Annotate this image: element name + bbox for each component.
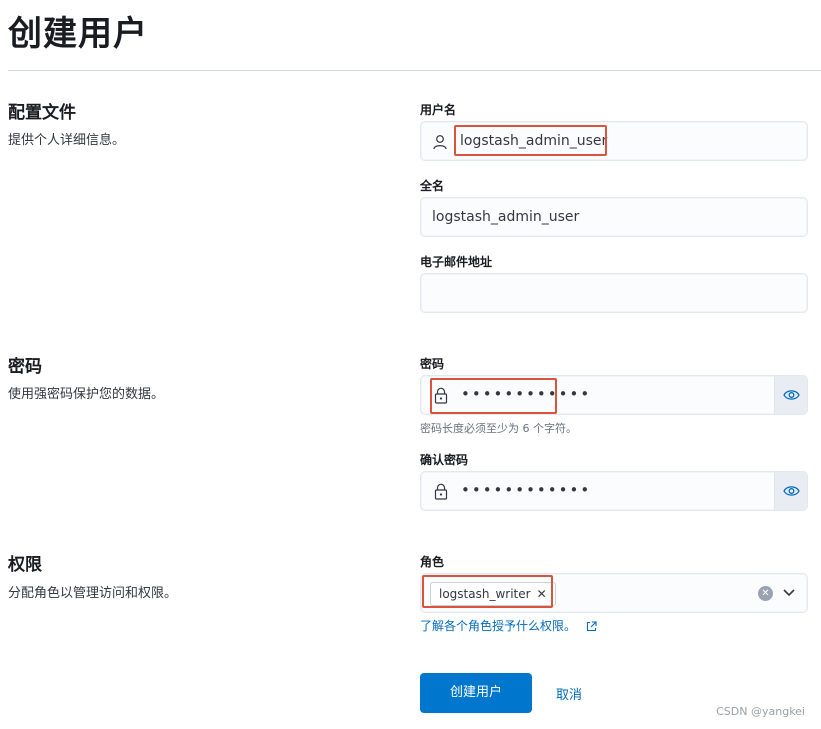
username-label: 用户名 <box>420 103 457 117</box>
username-highlight <box>454 125 607 156</box>
password-help: 密码长度必须至少为 6 个字符。 <box>420 422 577 435</box>
roles-help-link-text: 了解各个角色授予什么权限。 <box>420 619 577 633</box>
eye-icon <box>783 486 800 496</box>
full-name-field[interactable]: logstash_admin_user <box>420 197 808 237</box>
watermark: CSDN @yangkei <box>716 705 805 718</box>
external-link-icon <box>586 621 597 632</box>
lock-icon <box>434 483 448 500</box>
show-confirm-password-button[interactable] <box>774 472 807 510</box>
divider <box>8 70 821 71</box>
section-password-title: 密码 <box>8 357 42 377</box>
email-label: 电子邮件地址 <box>420 255 493 269</box>
full-name-label: 全名 <box>420 179 445 193</box>
confirm-password-label: 确认密码 <box>420 453 469 467</box>
show-password-button[interactable] <box>774 376 807 414</box>
section-privileges-title: 权限 <box>8 555 42 575</box>
eye-icon <box>783 390 800 400</box>
email-field[interactable] <box>420 273 808 313</box>
roles-label: 角色 <box>420 555 445 569</box>
section-profile-title: 配置文件 <box>8 103 76 123</box>
user-icon <box>433 135 447 150</box>
cancel-button[interactable]: 取消 <box>556 684 582 703</box>
chevron-down-icon[interactable] <box>782 585 796 599</box>
full-name-value: logstash_admin_user <box>432 209 580 225</box>
password-label: 密码 <box>420 357 445 371</box>
section-profile-description: 提供个人详细信息。 <box>8 133 126 148</box>
section-password-description: 使用强密码保护您的数据。 <box>8 387 165 402</box>
roles-highlight <box>422 575 553 608</box>
page-title: 创建用户 <box>8 14 148 54</box>
password-highlight <box>430 378 557 414</box>
confirm-password-value: •••••••••••• <box>461 481 592 499</box>
confirm-password-field[interactable]: •••••••••••• <box>420 471 808 511</box>
section-privileges-description: 分配角色以管理访问和权限。 <box>8 586 178 601</box>
create-user-button[interactable]: 创建用户 <box>420 673 532 713</box>
roles-help-link[interactable]: 了解各个角色授予什么权限。 <box>420 617 597 634</box>
clear-roles-button[interactable]: ✕ <box>758 586 773 601</box>
